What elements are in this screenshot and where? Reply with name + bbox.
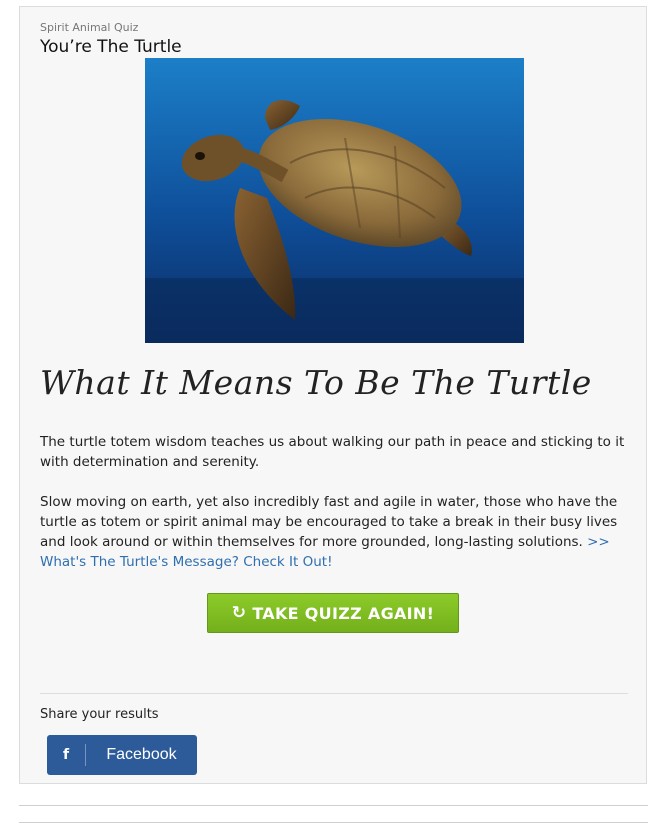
quiz-result-card: Spirit Animal Quiz You’re The Turtle Wha… xyxy=(19,6,647,784)
take-quiz-again-label: TAKE QUIZZ AGAIN! xyxy=(252,603,435,623)
result-description-1: The turtle totem wisdom teaches us about… xyxy=(40,434,625,470)
result-heading: What It Means To Be The Turtle xyxy=(40,363,592,402)
facebook-share-button[interactable]: f Facebook xyxy=(47,735,197,775)
result-description-2: Slow moving on earth, yet also incredibl… xyxy=(40,492,625,572)
divider xyxy=(40,693,628,694)
result-title: You’re The Turtle xyxy=(40,37,182,57)
quiz-name: Spirit Animal Quiz xyxy=(40,21,139,34)
turtle-image xyxy=(145,58,524,343)
refresh-icon: ↻ xyxy=(231,603,247,623)
horizontal-rule xyxy=(19,822,648,823)
horizontal-rule xyxy=(19,805,648,806)
share-label: Share your results xyxy=(40,707,159,722)
take-quiz-again-button[interactable]: ↻ TAKE QUIZZ AGAIN! xyxy=(207,593,459,633)
result-description-2-text: Slow moving on earth, yet also incredibl… xyxy=(40,494,618,550)
facebook-icon: f xyxy=(62,747,70,763)
facebook-label: Facebook xyxy=(106,746,177,763)
